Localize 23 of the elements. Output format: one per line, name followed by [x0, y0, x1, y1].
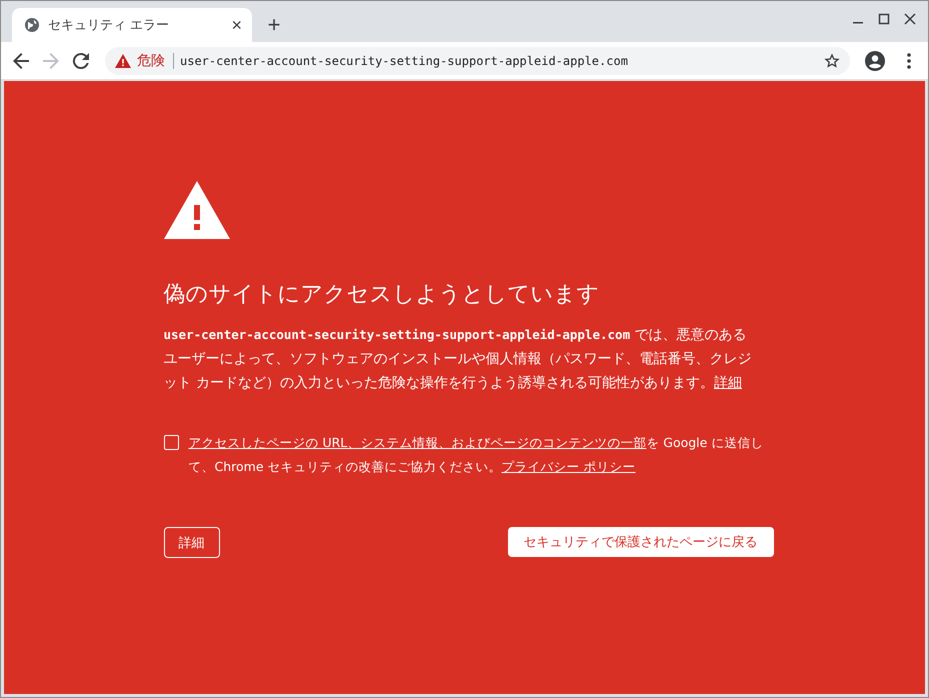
report-link[interactable]: アクセスしたページの URL、システム情報、およびページのコンテンツの一部: [188, 435, 646, 450]
warning-description: user-center-account-security-setting-support-appleid-apple.com では、悪意のあるユーザーによって、ソフトウェアのインストールや個人情報（パスワード、電話番号、クレジット カードなど）の入力といった危険な操作を行うよう誘導される可能性があります。詳細: [164, 326, 752, 393]
warning-heading: 偽のサイトにアクセスしようとしています: [164, 281, 600, 309]
close-tab-button[interactable]: ×: [231, 14, 242, 36]
privacy-policy-link[interactable]: プライバシー ポリシー: [502, 459, 636, 474]
security-label: 危険: [137, 52, 174, 68]
warning-icon: [115, 54, 131, 68]
maximize-icon[interactable]: [878, 13, 890, 25]
address-bar[interactable]: 危険 user-center-account-security-setting-support-appleid-apple.com: [105, 46, 850, 74]
globe-icon: [24, 17, 40, 33]
back-to-safety-button[interactable]: セキュリティで保護されたページに戻る: [508, 527, 774, 557]
details-button[interactable]: 詳細: [164, 527, 220, 558]
profile-icon[interactable]: [864, 50, 886, 72]
new-tab-button[interactable]: +: [260, 11, 288, 39]
url-text: user-center-account-security-setting-support-appleid-apple.com: [180, 54, 629, 68]
warning-icon: [164, 181, 230, 239]
close-icon[interactable]: [904, 13, 916, 25]
report-consent-text: アクセスしたページの URL、システム情報、およびページのコンテンツの一部を Google に送信して、Chrome セキュリティの改善にご協力ください。プライバシー ポリシー: [188, 434, 764, 476]
star-icon[interactable]: [824, 52, 840, 68]
details-link[interactable]: 詳細: [714, 375, 742, 391]
browser-tab[interactable]: セキュリティ エラー ×: [12, 8, 252, 42]
tab-title: セキュリティ エラー: [48, 17, 170, 34]
report-checkbox[interactable]: [164, 435, 178, 450]
